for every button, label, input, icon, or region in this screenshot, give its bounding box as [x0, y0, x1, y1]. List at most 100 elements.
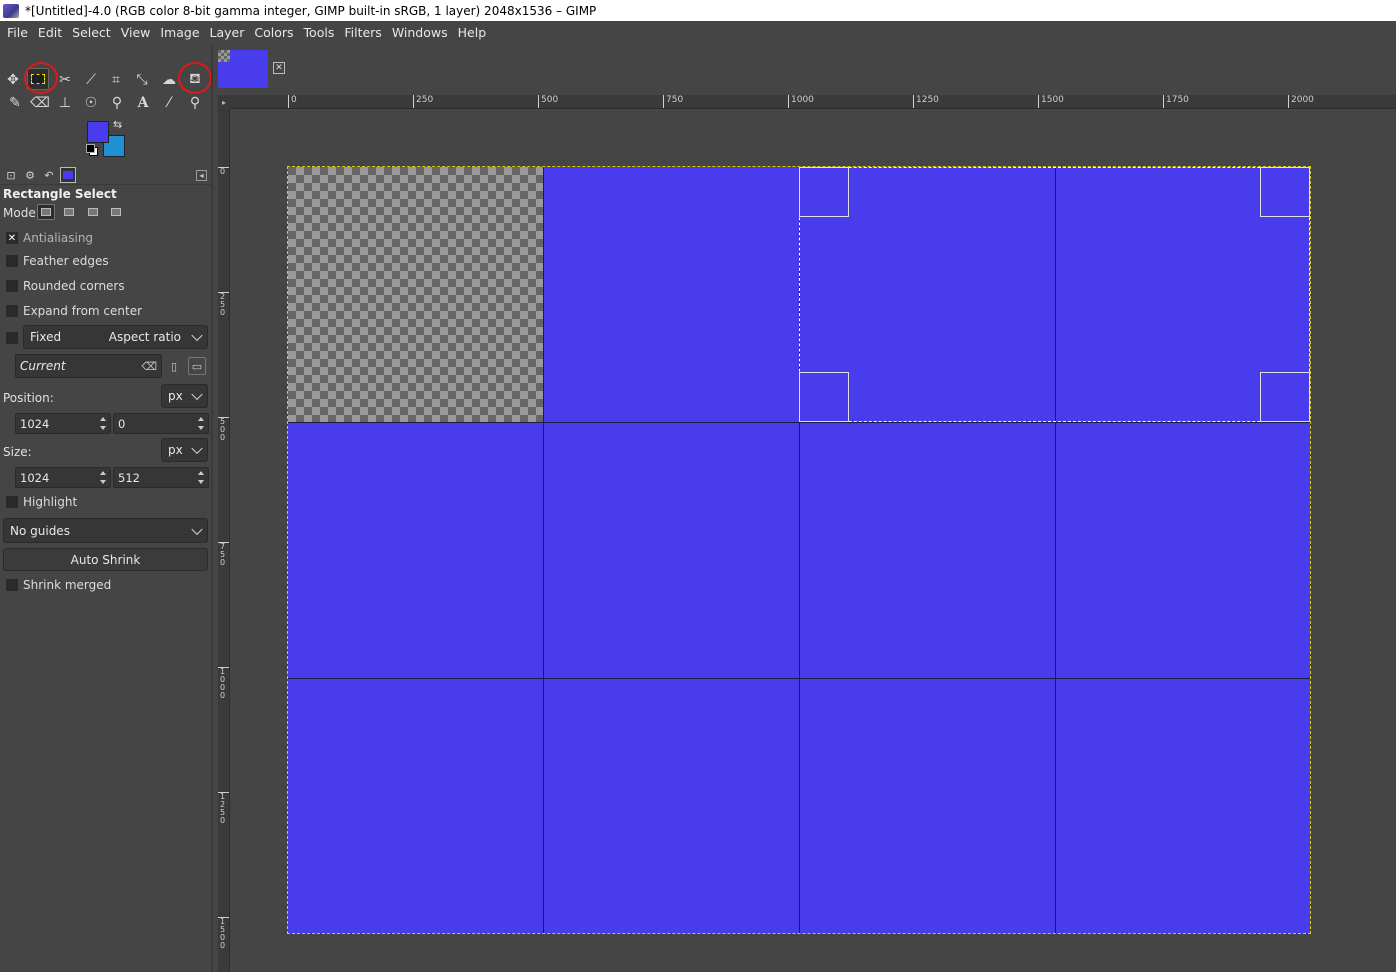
fixed-combo[interactable]: Fixed Aspect ratio — [23, 325, 208, 349]
paintbrush-tool-icon[interactable]: ✎ — [4, 92, 26, 114]
image-canvas-area[interactable] — [231, 110, 1396, 972]
move-tool-icon[interactable]: ✥ — [2, 69, 24, 91]
ruler-label: 1000 — [218, 667, 229, 700]
size-unit-combo[interactable]: px — [161, 438, 208, 462]
rounded-corners-option[interactable]: Rounded corners — [6, 279, 125, 293]
position-x-value: 1024 — [20, 416, 50, 431]
reset-colors-icon[interactable] — [86, 144, 98, 156]
layer-boundary — [287, 166, 1311, 934]
menu-colors[interactable]: Colors — [249, 21, 298, 45]
smudge-tool-icon[interactable]: ☉ — [80, 92, 102, 114]
position-x-input[interactable]: 1024 — [15, 413, 111, 434]
guides-value: No guides — [10, 523, 70, 538]
paths-tool-icon[interactable]: ⟋ — [80, 69, 102, 91]
size-label: Size: — [3, 445, 32, 459]
color-picker-tool-icon[interactable]: ⁄ — [158, 92, 180, 114]
clone-tool-icon[interactable]: ⊥ — [54, 92, 76, 114]
portrait-icon[interactable]: ▯ — [165, 357, 183, 375]
size-unit-value: px — [168, 443, 183, 457]
dodge-tool-icon[interactable]: ⚲ — [106, 92, 128, 114]
current-ratio-field[interactable]: Current ⌫ — [15, 354, 162, 378]
size-height-value: 512 — [118, 470, 140, 485]
mode-add-button[interactable] — [60, 204, 78, 220]
undo-history-tab-icon[interactable]: ↶ — [41, 167, 57, 183]
ruler-label: 1250 — [218, 792, 229, 825]
antialiasing-option[interactable]: ✕ Antialiasing — [6, 231, 93, 245]
size-height-input[interactable]: 512 — [113, 467, 209, 488]
spin-arrows-icon[interactable] — [100, 470, 107, 486]
quick-mask-corner-icon[interactable]: ▸ — [218, 95, 230, 109]
ruler-label: 250 — [413, 95, 433, 108]
menu-image[interactable]: Image — [155, 21, 204, 45]
menu-select[interactable]: Select — [67, 21, 116, 45]
guides-combo[interactable]: No guides — [3, 518, 208, 543]
image-thumbnail-tab[interactable] — [218, 50, 268, 88]
shrink-merged-checkbox[interactable] — [6, 579, 18, 591]
menu-help[interactable]: Help — [453, 21, 492, 45]
menu-file[interactable]: File — [2, 21, 33, 45]
feather-edges-checkbox[interactable] — [6, 255, 18, 267]
device-status-tab-icon[interactable]: ⚙ — [22, 167, 38, 183]
eraser-tool-icon[interactable]: ⌫ — [29, 92, 51, 114]
spin-arrows-icon[interactable] — [198, 416, 205, 432]
highlight-option[interactable]: Highlight — [6, 495, 77, 509]
rounded-corners-label: Rounded corners — [23, 279, 125, 293]
size-width-value: 1024 — [20, 470, 50, 485]
tool-options-tab-icon[interactable]: ⊡ — [3, 167, 19, 183]
chevron-down-icon — [191, 442, 203, 455]
highlight-label: Highlight — [23, 495, 78, 509]
dock-menu-icon[interactable]: ◂ — [196, 170, 207, 181]
expand-from-center-option[interactable]: Expand from center — [6, 304, 142, 318]
shrink-merged-option[interactable]: Shrink merged — [6, 578, 111, 592]
position-y-value: 0 — [118, 416, 126, 431]
menu-edit[interactable]: Edit — [33, 21, 67, 45]
menu-windows[interactable]: Windows — [387, 21, 453, 45]
expand-from-center-checkbox[interactable] — [6, 305, 18, 317]
menu-layer[interactable]: Layer — [205, 21, 250, 45]
shrink-merged-label: Shrink merged — [23, 578, 112, 592]
fixed-checkbox[interactable] — [6, 332, 18, 344]
ruler-label: 500 — [218, 417, 229, 442]
swap-colors-icon[interactable]: ⇆ — [113, 118, 122, 131]
size-width-input[interactable]: 1024 — [15, 467, 111, 488]
antialiasing-checkbox[interactable]: ✕ — [6, 232, 18, 244]
mode-label: Mode: — [3, 206, 40, 220]
mode-replace-button[interactable] — [37, 204, 55, 220]
ruler-label: 1250 — [913, 95, 939, 108]
feather-edges-option[interactable]: Feather edges — [6, 254, 109, 268]
gimp-app-icon — [3, 3, 19, 18]
menu-filters[interactable]: Filters — [339, 21, 386, 45]
position-unit-combo[interactable]: px — [161, 384, 208, 408]
spin-arrows-icon[interactable] — [198, 470, 205, 486]
ruler-label: 0 — [218, 167, 229, 176]
auto-shrink-button[interactable]: Auto Shrink — [3, 548, 208, 571]
text-tool-icon[interactable]: A — [132, 92, 154, 114]
menu-tools[interactable]: Tools — [299, 21, 340, 45]
rounded-corners-checkbox[interactable] — [6, 280, 18, 292]
spin-arrows-icon[interactable] — [100, 416, 107, 432]
landscape-icon[interactable]: ▭ — [188, 357, 206, 375]
images-tab-icon[interactable] — [60, 167, 76, 183]
position-y-input[interactable]: 0 — [113, 413, 209, 434]
clear-icon[interactable]: ⌫ — [141, 360, 157, 373]
ruler-label: 1500 — [1038, 95, 1064, 108]
ruler-label: 250 — [218, 292, 229, 317]
close-icon[interactable]: ✕ — [273, 62, 285, 74]
chevron-down-icon — [191, 329, 203, 342]
transform-tool-icon[interactable]: ⤡ — [131, 69, 153, 91]
highlight-checkbox[interactable] — [6, 496, 18, 508]
menu-view[interactable]: View — [116, 21, 156, 45]
mode-intersect-button[interactable] — [107, 204, 125, 220]
vertical-ruler: 0 250 500 750 1000 1250 1500 — [218, 109, 230, 972]
current-ratio-value: Current — [20, 359, 66, 373]
window-title: *[Untitled]-4.0 (RGB color 8-bit gamma i… — [25, 3, 597, 18]
chevron-down-icon — [191, 523, 203, 535]
crop-tool-icon[interactable]: ⌗ — [105, 69, 127, 91]
tool-options-title: Rectangle Select — [3, 187, 117, 201]
dock-separator[interactable] — [211, 45, 213, 972]
ruler-label: 750 — [218, 542, 229, 567]
warp-tool-icon[interactable]: ☁ — [158, 69, 180, 91]
foreground-color-swatch[interactable] — [87, 121, 109, 143]
mode-subtract-button[interactable] — [84, 204, 102, 220]
zoom-tool-icon[interactable]: ⚲ — [184, 92, 206, 114]
